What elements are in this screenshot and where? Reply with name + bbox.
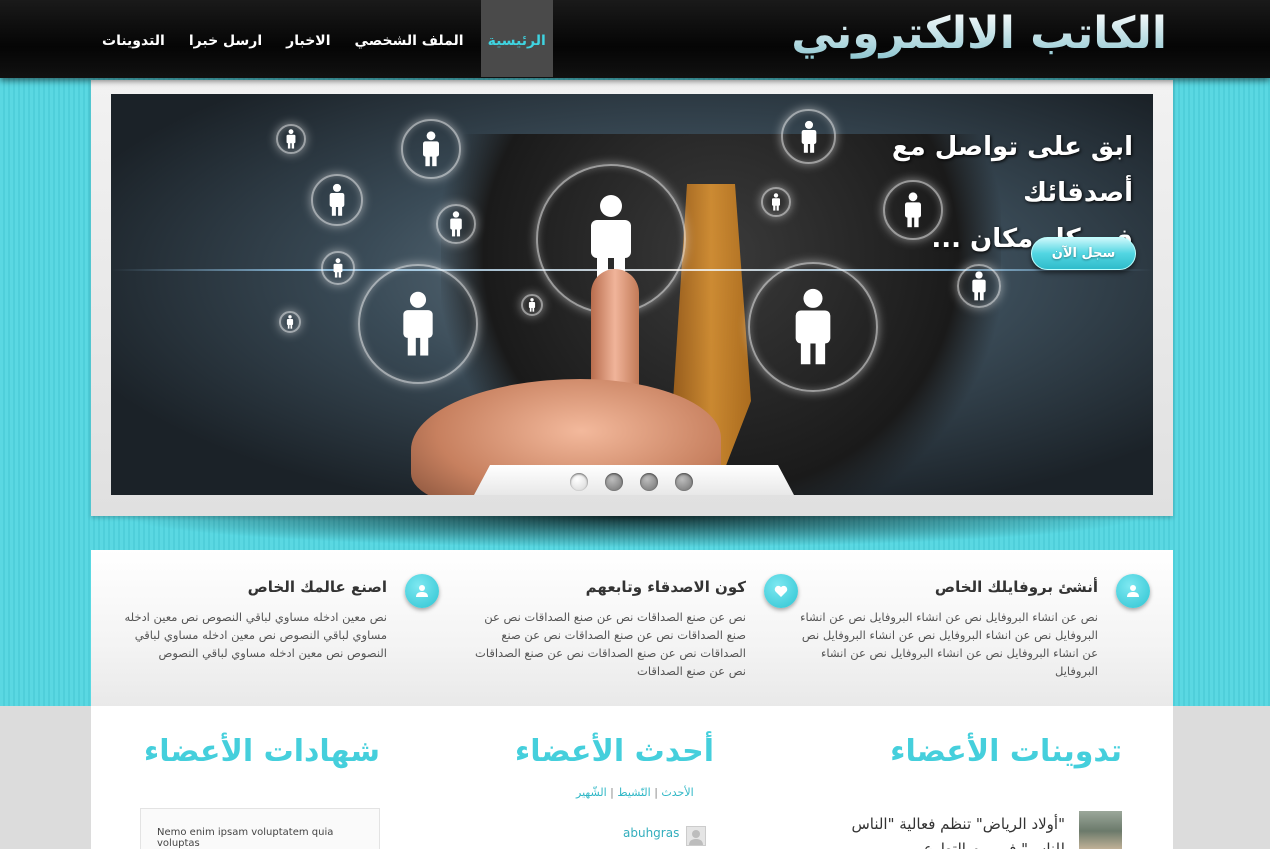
hero-slider: ابق على تواصل مع أصدقائك في كل مكان ... … [111,94,1153,495]
filter-newest[interactable]: الأحدث [661,786,693,799]
person-node-icon [436,204,476,244]
features-section: أنشئ بروفايلك الخاص نص عن انشاء البروفاي… [91,550,1173,706]
member-filters: الأحدث | النّشيط | الشّهير [576,786,694,799]
person-node-icon [279,311,301,333]
slider-dot-1[interactable] [570,473,588,491]
feature-title: أنشئ بروفايلك الخاص [934,578,1098,596]
user-icon [1116,574,1150,608]
feature-text: نص عن انشاء البروفايل نص عن انشاء البروف… [800,610,1098,678]
testimonial-card: Nemo enim ipsam voluptatem quia voluptas [140,808,380,849]
main-nav: الرئيسية الملف الشخصي الاخبار ارسل خبرا … [85,0,553,78]
feature-world: اصنع عالمك الخاص نص معين ادخله مساوي لبا… [112,574,439,662]
person-node-icon [311,174,363,226]
feature-text: نص عن صنع الصداقات نص عن صنع الصداقات نص… [475,610,746,678]
person-node-icon [957,264,1001,308]
heart-icon [764,574,798,608]
feature-text: نص معين ادخله مساوي لباقي النصوص نص معين… [124,610,387,660]
nav-item-profile[interactable]: الملف الشخصي [348,0,471,78]
slider-dot-2[interactable] [605,473,623,491]
slide-caption-line-1: ابق على تواصل مع أصدقائك [891,132,1133,208]
avatar[interactable] [686,826,706,846]
register-now-button[interactable]: سجل الآن [1031,237,1136,270]
filter-separator: | [650,786,658,799]
nav-item-news[interactable]: الاخبار [279,0,337,78]
pointing-hand-shape [411,269,731,495]
blogs-section-title: تدوينات الأعضاء [890,734,1122,769]
person-node-icon [276,124,306,154]
blog-entry-link[interactable]: "أولاد الرياض" تنظم فعالية "الناس للناس"… [805,812,1065,849]
filter-active[interactable]: النّشيط [617,786,650,799]
slider-shadow [118,516,1148,548]
slider-pager-tab [474,465,794,495]
filter-popular[interactable]: الشّهير [576,786,607,799]
nav-item-blogs[interactable]: التدوينات [95,0,172,78]
testimonial-text: Nemo enim ipsam voluptatem quia voluptas [157,827,334,849]
top-navbar: الكاتب الالكتروني الرئيسية الملف الشخصي … [0,0,1270,78]
person-node-icon [761,187,791,217]
site-logo[interactable]: الكاتب الالكتروني [791,8,1167,59]
person-node-icon [401,119,461,179]
member-name-link[interactable]: abuhgras [623,826,679,840]
user-icon [405,574,439,608]
filter-separator: | [606,786,614,799]
blog-thumbnail[interactable] [1079,811,1122,849]
feature-title: كون الاصدقاء وتابعهم [585,578,746,596]
feature-profile: أنشئ بروفايلك الخاص نص عن انشاء البروفاي… [788,574,1150,680]
feature-title: اصنع عالمك الخاص [247,578,387,596]
feature-friends: كون الاصدقاء وتابعهم نص عن صنع الصداقات … [471,574,798,680]
slider-dot-3[interactable] [640,473,658,491]
nav-item-home[interactable]: الرئيسية [480,0,553,77]
person-node-icon [321,251,355,285]
slider-dot-4[interactable] [675,473,693,491]
person-node-icon [748,262,878,392]
members-section-title: أحدث الأعضاء [514,734,714,769]
testimonials-section-title: شهادات الأعضاء [143,734,380,769]
nav-item-send-news[interactable]: ارسل خبرا [182,0,269,78]
